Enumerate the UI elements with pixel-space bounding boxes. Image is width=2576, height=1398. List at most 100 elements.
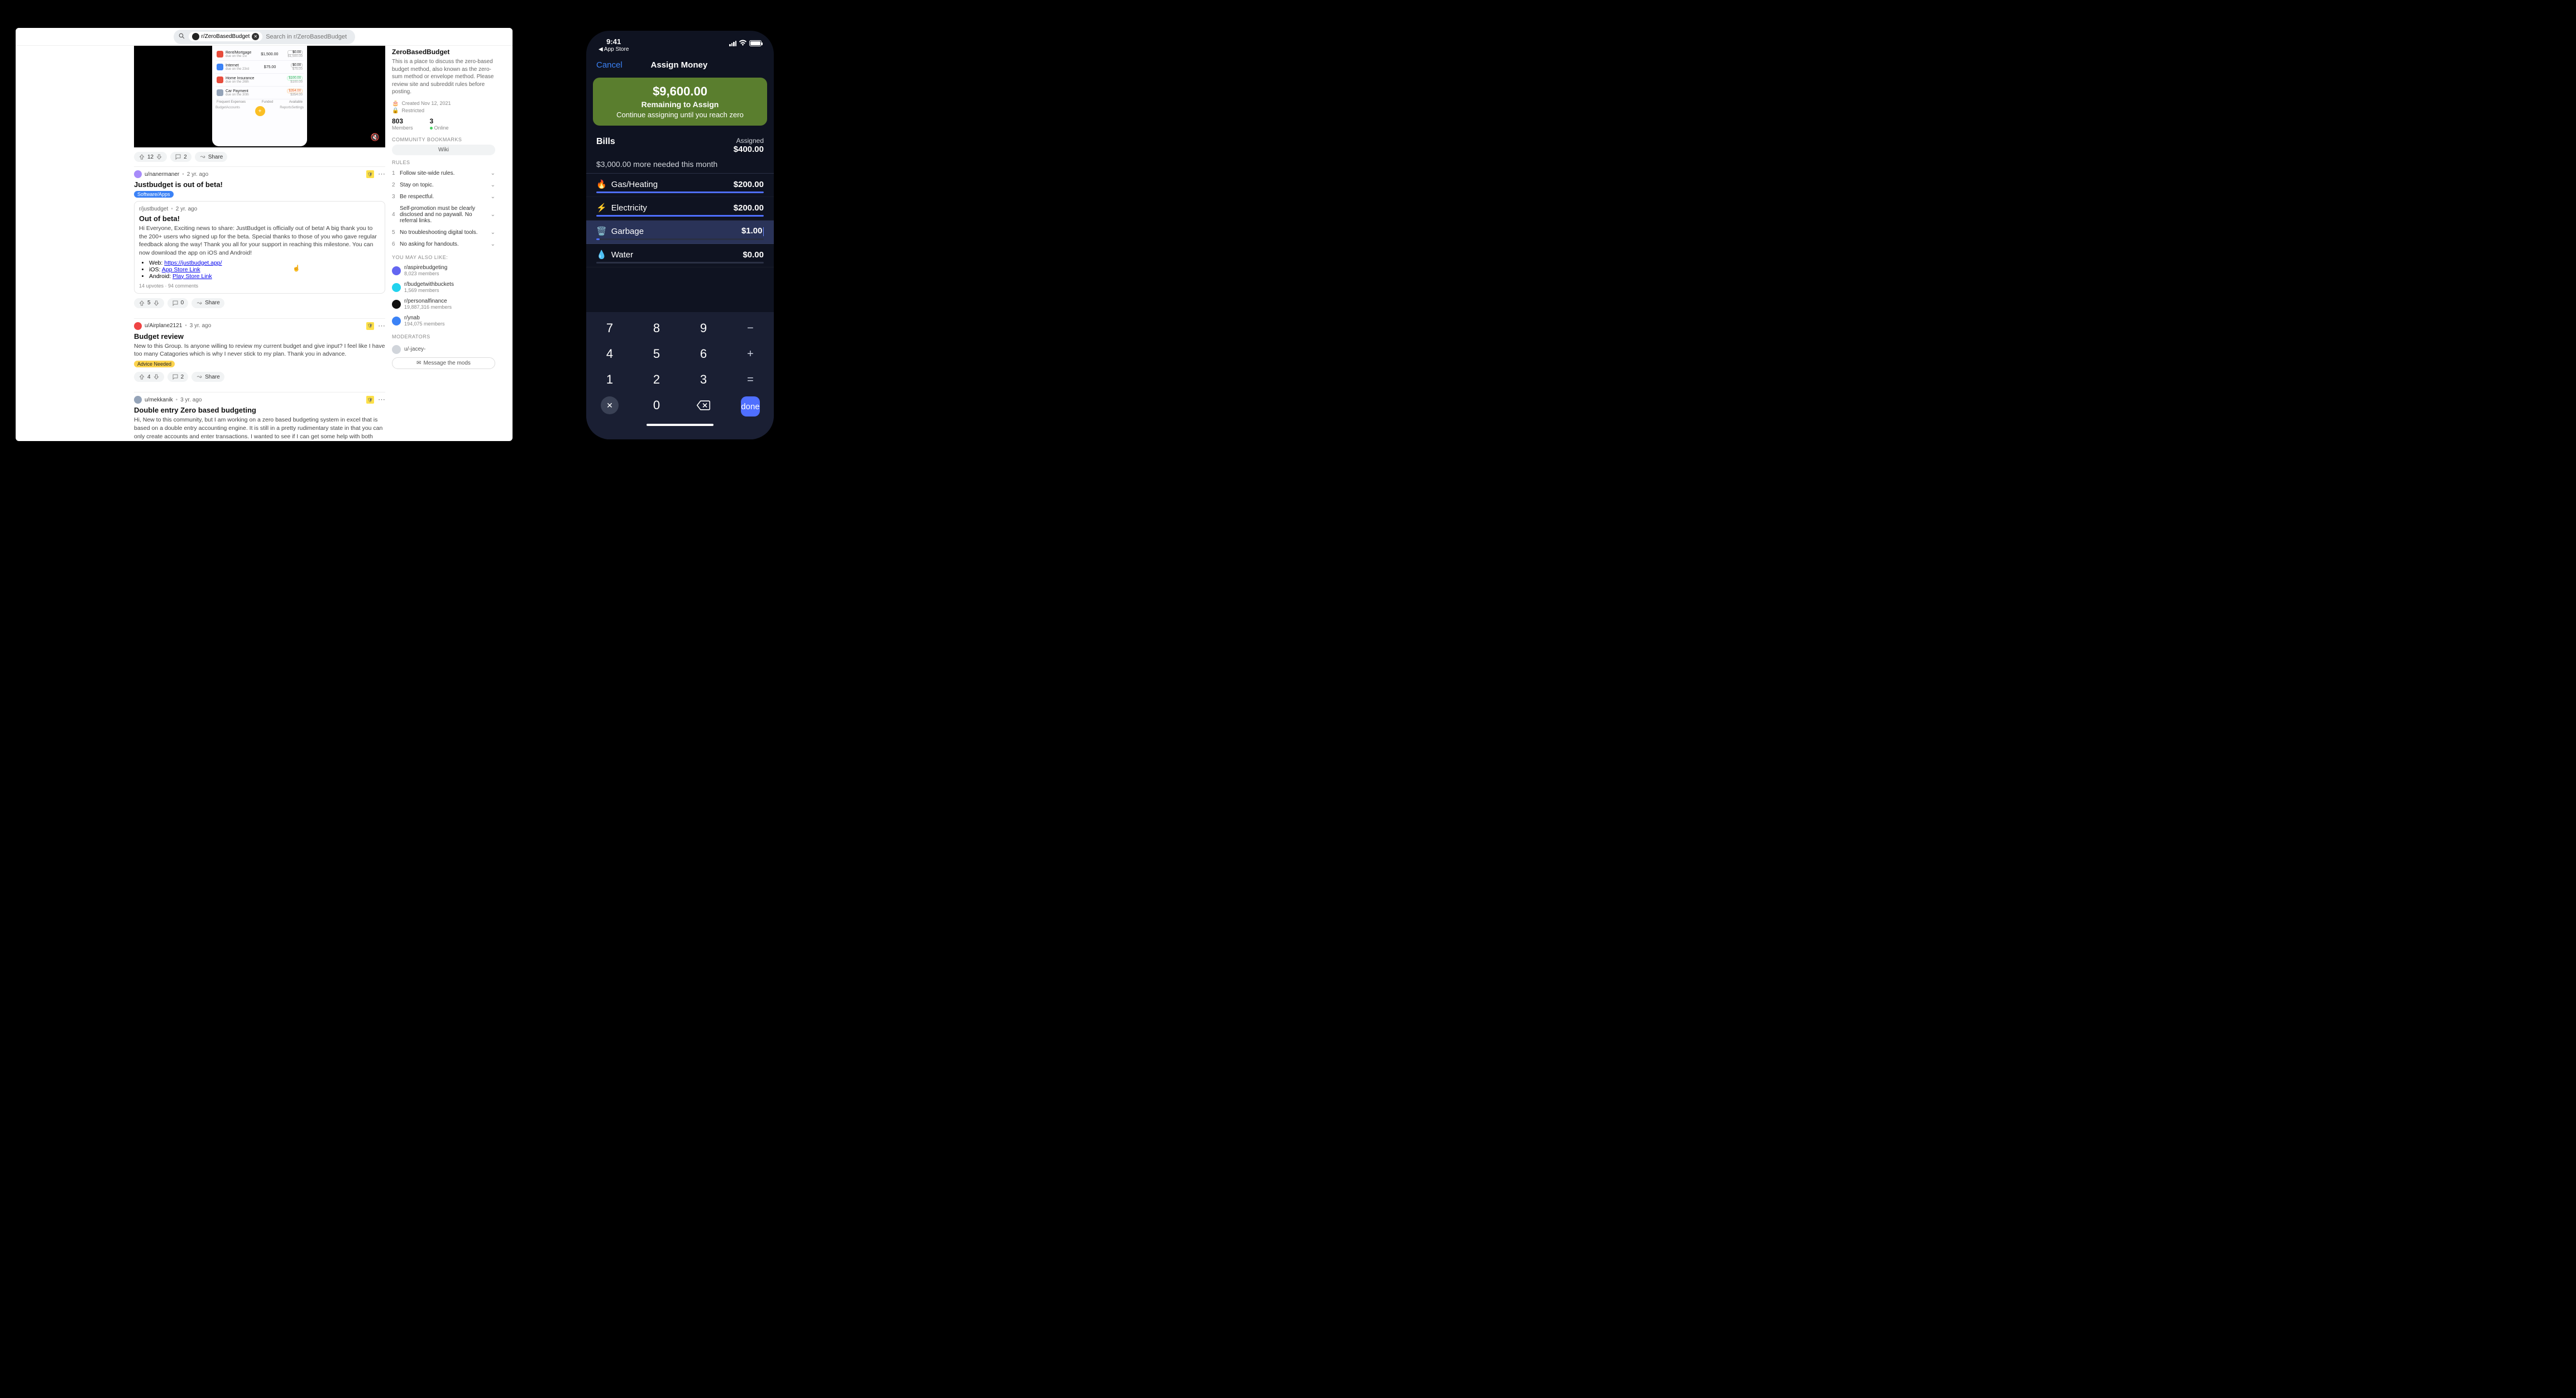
category-amount[interactable]: $200.00 <box>734 180 764 189</box>
share-pill[interactable]: Share <box>191 372 224 382</box>
video-budget-row: Car Paymentdue on the 30th$354.00$354.00 <box>216 87 304 99</box>
upvote-pill[interactable]: 4 <box>134 372 164 382</box>
link[interactable]: App Store Link <box>162 266 200 273</box>
category-emoji-icon: 🗑️ <box>596 226 607 236</box>
video-budget-row: Internetdue on the 23rd$75.00$0.00$75.00 <box>216 61 304 74</box>
post[interactable]: u/mekkanik •3 yr. ago 🛡 ⋯ Double entry Z… <box>134 392 385 441</box>
mod-avatar-icon <box>392 345 401 354</box>
volume-muted-icon[interactable]: 🔇 <box>371 133 380 142</box>
post[interactable]: u/nanermaner •2 yr. ago 🛡 ⋯ Justbudget i… <box>134 166 385 318</box>
related-community[interactable]: r/ynab194,075 members <box>392 313 495 329</box>
post-action-row: 5 0 Share <box>134 294 385 313</box>
post-age: 3 yr. ago <box>180 397 202 403</box>
keypad-4[interactable]: 4 <box>586 341 633 367</box>
keypad-8[interactable]: 8 <box>633 315 680 341</box>
message-mods-button[interactable]: ✉ Message the mods <box>392 357 495 369</box>
rule-item[interactable]: 2Stay on topic.⌄ <box>392 179 495 191</box>
keypad-=[interactable]: = <box>727 367 774 392</box>
rule-item[interactable]: 4Self-promotion must be clearly disclose… <box>392 203 495 227</box>
comments-pill[interactable]: 2 <box>167 372 189 382</box>
mod-badge-icon: 🛡 <box>366 396 374 404</box>
keypad-0[interactable]: 0 <box>633 392 680 418</box>
keypad-+[interactable]: + <box>727 341 774 367</box>
remaining-amount: $9,600.00 <box>600 84 760 99</box>
subreddit-chip[interactable]: r/ZeroBasedBudget ✕ <box>189 32 263 41</box>
sidebar-column: ZeroBasedBudget This is a place to discu… <box>392 46 495 441</box>
hand-cursor-icon: ☝ <box>293 265 300 272</box>
related-community[interactable]: r/budgetwithbuckets1,569 members <box>392 279 495 296</box>
related-community[interactable]: r/aspirebudgeting8,023 members <box>392 262 495 279</box>
related-label: YOU MAY ALSO LIKE: <box>392 255 495 260</box>
category-row[interactable]: 🔥Gas/Heating $200.00 <box>586 174 774 197</box>
author-avatar-icon <box>134 396 142 404</box>
post-body: New to this Group. Is anyone willing to … <box>134 342 385 358</box>
keypad-clear[interactable]: ✕ <box>586 392 633 418</box>
crosspost-card[interactable]: r/justbudget•2 yr. ago Out of beta! Hi E… <box>134 201 385 294</box>
keypad-7[interactable]: 7 <box>586 315 633 341</box>
status-time: 9:41 <box>606 37 621 46</box>
post-flair[interactable]: Advice Needed <box>134 361 175 367</box>
share-pill[interactable]: Share <box>191 298 224 308</box>
more-icon[interactable]: ⋯ <box>378 395 385 404</box>
category-name: Garbage <box>611 227 644 236</box>
more-icon[interactable]: ⋯ <box>378 170 385 179</box>
chevron-down-icon: ⌄ <box>491 212 495 218</box>
post-title: Justbudget is out of beta! <box>134 180 385 189</box>
crosspost-link-item: Android: Play Store Link <box>149 273 380 280</box>
cancel-button[interactable]: Cancel <box>596 60 623 70</box>
crosspost-meta: 14 upvotes · 94 comments <box>139 283 380 289</box>
video-preview[interactable]: Rent/Mortgagedue on the 1st$1,500.00$0.0… <box>134 46 385 147</box>
post-age: 2 yr. ago <box>187 171 208 178</box>
keypad-5[interactable]: 5 <box>633 341 680 367</box>
wifi-icon <box>739 39 747 47</box>
comments-pill[interactable]: 0 <box>167 298 189 308</box>
upvote-pill[interactable]: 5 <box>134 298 164 308</box>
home-indicator[interactable] <box>647 424 714 426</box>
moderator-item[interactable]: u/-jacey- <box>392 342 495 357</box>
keypad-3[interactable]: 3 <box>680 367 727 392</box>
link[interactable]: Play Store Link <box>173 273 212 280</box>
related-community[interactable]: r/personalfinance19,887,316 members <box>392 296 495 313</box>
rule-item[interactable]: 6No asking for handouts.⌄ <box>392 238 495 250</box>
back-to-appstore[interactable]: ◀ App Store <box>598 46 629 52</box>
rule-item[interactable]: 1Follow site-wide rules.⌄ <box>392 167 495 179</box>
author-name[interactable]: u/mekkanik <box>145 397 173 403</box>
more-icon[interactable]: ⋯ <box>378 322 385 331</box>
keypad-1[interactable]: 1 <box>586 367 633 392</box>
keypad-9[interactable]: 9 <box>680 315 727 341</box>
category-row[interactable]: 🗑️ Garbage $1.00 <box>586 221 774 244</box>
wiki-button[interactable]: Wiki <box>392 145 495 155</box>
author-name[interactable]: u/nanermaner <box>145 171 179 178</box>
keypad-backspace[interactable] <box>680 392 727 418</box>
post-header: u/nanermaner •2 yr. ago 🛡 ⋯ <box>134 170 385 178</box>
keypad-6[interactable]: 6 <box>680 341 727 367</box>
subreddit-chip-label: r/ZeroBasedBudget <box>202 33 250 40</box>
post[interactable]: u/Airplane2121 •3 yr. ago 🛡 ⋯ Budget rev… <box>134 318 385 392</box>
post-flair[interactable]: Software/Apps <box>134 191 174 198</box>
upvote-pill[interactable]: 12 <box>134 152 167 162</box>
keypad-−[interactable]: − <box>727 315 774 341</box>
search-input[interactable] <box>266 33 350 40</box>
clear-chip-icon[interactable]: ✕ <box>252 33 259 40</box>
remaining-subtext: Continue assigning until you reach zero <box>600 111 760 119</box>
comments-pill[interactable]: 2 <box>170 152 191 162</box>
category-amount[interactable]: $0.00 <box>743 250 764 260</box>
link[interactable]: https://justbudget.app/ <box>164 260 222 266</box>
author-name[interactable]: u/Airplane2121 <box>145 323 182 329</box>
category-amount[interactable]: $200.00 <box>734 203 764 213</box>
rule-item[interactable]: 3Be respectful.⌄ <box>392 191 495 203</box>
rule-item[interactable]: 5No troubleshooting digital tools.⌄ <box>392 227 495 238</box>
crosspost-link-item: Web: https://justbudget.app/ <box>149 260 380 266</box>
keypad-done[interactable]: done <box>727 392 774 418</box>
remaining-label: Remaining to Assign <box>600 100 760 109</box>
crosspost-sub[interactable]: r/justbudget <box>139 206 168 212</box>
keypad-2[interactable]: 2 <box>633 367 680 392</box>
assigned-label: Assigned <box>734 137 764 145</box>
category-row[interactable]: 💧Water $0.00 <box>586 244 774 267</box>
bookmarks-label: COMMUNITY BOOKMARKS <box>392 137 495 142</box>
category-amount[interactable]: $1.00 <box>741 226 764 236</box>
share-pill[interactable]: Share <box>195 152 228 162</box>
category-row[interactable]: ⚡Electricity $200.00 <box>586 197 774 221</box>
backspace-icon <box>694 398 713 413</box>
search-bar[interactable]: r/ZeroBasedBudget ✕ <box>174 30 355 44</box>
